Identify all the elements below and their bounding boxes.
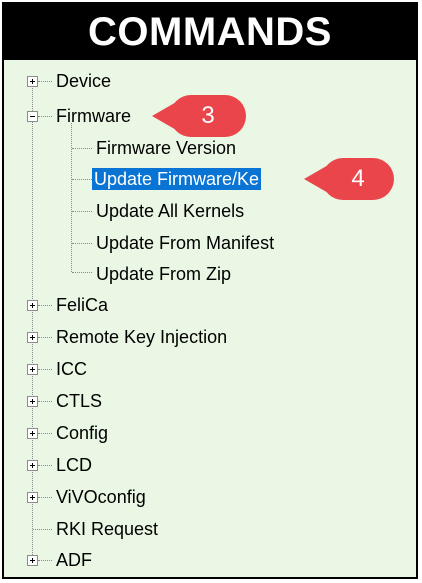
tree-item-remote-key-injection[interactable]: Remote Key Injection (56, 326, 227, 348)
tree-item-device[interactable]: Device (56, 70, 111, 92)
step-4-number: 4 (351, 165, 365, 192)
step-3-number: 3 (201, 102, 215, 129)
expand-icon[interactable] (27, 332, 38, 343)
panel-title: COMMANDS (4, 4, 416, 60)
command-tree[interactable]: Device Firmware Firmware Version Update … (4, 60, 416, 577)
tree-guide-firmware (71, 123, 72, 272)
expand-icon[interactable] (27, 300, 38, 311)
expand-icon[interactable] (27, 396, 38, 407)
expand-icon[interactable] (27, 76, 38, 87)
tree-item-rki-request[interactable]: RKI Request (56, 518, 158, 540)
tree-item-update-firmware-kernel[interactable]: Update Firmware/Ke (92, 168, 262, 190)
collapse-icon[interactable] (27, 111, 38, 122)
tree-item-update-from-zip[interactable]: Update From Zip (96, 263, 231, 285)
tree-guide-root (32, 82, 33, 557)
step-4-callout: 4 (304, 158, 394, 200)
tree-item-felica[interactable]: FeliCa (56, 294, 108, 316)
expand-icon[interactable] (27, 492, 38, 503)
commands-panel: COMMANDS Device Firmware Firmware Versio… (2, 2, 418, 579)
tree-item-icc[interactable]: ICC (56, 358, 87, 380)
expand-icon[interactable] (27, 555, 38, 566)
tree-item-update-from-manifest[interactable]: Update From Manifest (96, 232, 274, 254)
expand-icon[interactable] (27, 460, 38, 471)
step-3-callout: 3 (152, 95, 246, 137)
tree-item-update-all-kernels[interactable]: Update All Kernels (96, 200, 244, 222)
tree-item-config[interactable]: Config (56, 422, 108, 444)
tree-item-firmware[interactable]: Firmware (56, 105, 131, 127)
tree-item-vivoconfig[interactable]: ViVOconfig (56, 486, 146, 508)
tree-item-firmware-version[interactable]: Firmware Version (96, 137, 236, 159)
tree-item-adf[interactable]: ADF (56, 549, 92, 571)
tree-item-ctls[interactable]: CTLS (56, 390, 102, 412)
expand-icon[interactable] (27, 364, 38, 375)
expand-icon[interactable] (27, 428, 38, 439)
tree-item-lcd[interactable]: LCD (56, 454, 92, 476)
